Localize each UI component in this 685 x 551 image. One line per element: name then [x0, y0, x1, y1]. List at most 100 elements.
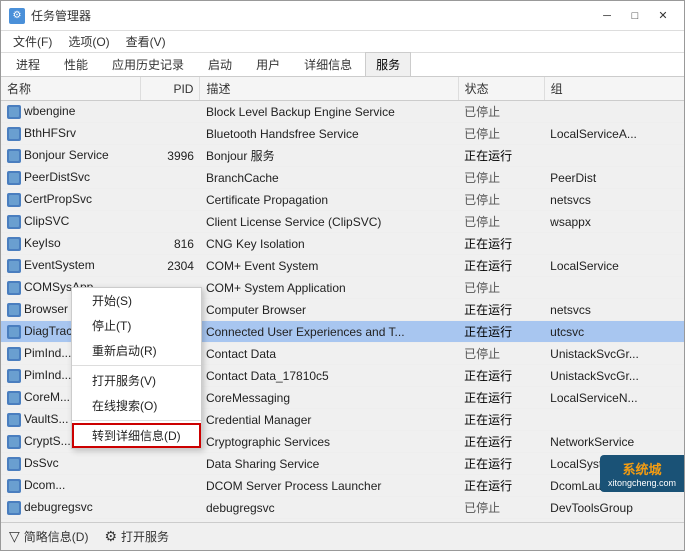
row-pid [141, 453, 200, 475]
row-group [544, 277, 684, 299]
service-icon [7, 413, 21, 427]
close-button[interactable]: ✕ [650, 6, 676, 26]
row-group: netsvcs [544, 189, 684, 211]
title-bar: ⚙ 任务管理器 ─ □ ✕ [1, 1, 684, 31]
row-name: Bonjour Service [1, 145, 141, 167]
open-services-button[interactable]: ⚙ 打开服务 [104, 528, 169, 545]
menu-file[interactable]: 文件(F) [5, 31, 60, 52]
context-menu: 开始(S)停止(T)重新启动(R) 打开服务(V)在线搜索(O) 转到详细信息(D) [71, 287, 202, 449]
table-row[interactable]: DoSvc 17100 Delivery Optimization 正在运行 N… [1, 519, 684, 523]
row-group: PeerDist [544, 167, 684, 189]
row-group: wsappx [544, 211, 684, 233]
row-pid [141, 101, 200, 123]
row-status: 正在运行 [458, 387, 544, 409]
service-icon [7, 501, 21, 515]
context-menu-divider [72, 420, 201, 421]
tab-performance[interactable]: 性能 [53, 52, 99, 76]
table-row[interactable]: wbengine Block Level Backup Engine Servi… [1, 101, 684, 123]
row-status: 已停止 [458, 167, 544, 189]
tab-details[interactable]: 详细信息 [293, 52, 363, 76]
row-group: UnistackSvcGr... [544, 343, 684, 365]
row-desc: Cryptographic Services [200, 431, 458, 453]
row-pid [141, 123, 200, 145]
table-row[interactable]: DsSvc Data Sharing Service 正在运行 LocalSys… [1, 453, 684, 475]
tab-app-history[interactable]: 应用历史记录 [101, 52, 195, 76]
context-menu-goto-details[interactable]: 转到详细信息(D) [72, 423, 201, 448]
col-header-group[interactable]: 组 [544, 77, 684, 101]
row-desc: Credential Manager [200, 409, 458, 431]
col-header-pid[interactable]: PID [141, 77, 200, 101]
row-group [544, 101, 684, 123]
row-desc: Client License Service (ClipSVC) [200, 211, 458, 233]
row-name: Dcom... [1, 475, 141, 497]
row-group [544, 233, 684, 255]
context-menu-item[interactable]: 打开服务(V) [72, 368, 201, 393]
tab-startup[interactable]: 启动 [197, 52, 243, 76]
context-menu-item[interactable]: 重新启动(R) [72, 338, 201, 363]
summary-label: 简略信息(D) [24, 528, 89, 545]
col-header-status[interactable]: 状态 [458, 77, 544, 101]
row-status: 正在运行 [458, 299, 544, 321]
menu-view[interactable]: 查看(V) [118, 31, 174, 52]
table-row[interactable]: EventSystem 2304 COM+ Event System 正在运行 … [1, 255, 684, 277]
row-pid [141, 189, 200, 211]
table-row[interactable]: PeerDistSvc BranchCache 已停止 PeerDist [1, 167, 684, 189]
row-status: 已停止 [458, 497, 544, 519]
row-status: 正在运行 [458, 475, 544, 497]
summary-info-button[interactable]: ▽ 简略信息(D) [9, 528, 88, 545]
row-name: PeerDistSvc [1, 167, 141, 189]
menu-bar: 文件(F) 选项(O) 查看(V) [1, 31, 684, 53]
window-title: 任务管理器 [31, 7, 91, 24]
service-icon [7, 479, 21, 493]
menu-options[interactable]: 选项(O) [60, 31, 117, 52]
row-pid [141, 497, 200, 519]
context-menu-item[interactable]: 在线搜索(O) [72, 393, 201, 418]
row-group: netsvcs [544, 299, 684, 321]
tab-services[interactable]: 服务 [365, 52, 411, 76]
table-row[interactable]: KeyIso 816 CNG Key Isolation 正在运行 [1, 233, 684, 255]
row-name: CertPropSvc [1, 189, 141, 211]
row-name: DsSvc [1, 453, 141, 475]
table-row[interactable]: debugregsvc debugregsvc 已停止 DevToolsGrou… [1, 497, 684, 519]
col-header-name[interactable]: 名称 [1, 77, 141, 101]
tab-users[interactable]: 用户 [245, 52, 291, 76]
col-header-desc[interactable]: 描述 [200, 77, 458, 101]
service-icon [7, 457, 21, 471]
minimize-button[interactable]: ─ [594, 6, 620, 26]
service-icon [7, 325, 21, 339]
table-row[interactable]: Dcom... DCOM Server Process Launcher 正在运… [1, 475, 684, 497]
context-menu-item[interactable]: 开始(S) [72, 288, 201, 313]
row-status: 已停止 [458, 343, 544, 365]
row-group: utcsvc [544, 321, 684, 343]
tab-processes[interactable]: 进程 [5, 52, 51, 76]
task-manager-window: ⚙ 任务管理器 ─ □ ✕ 文件(F) 选项(O) 查看(V) 进程 性能 应用… [0, 0, 685, 551]
row-desc: Block Level Backup Engine Service [200, 101, 458, 123]
row-desc: COM+ System Application [200, 277, 458, 299]
row-status: 正在运行 [458, 409, 544, 431]
row-status: 正在运行 [458, 431, 544, 453]
row-group [544, 409, 684, 431]
summary-icon: ▽ [9, 528, 20, 545]
main-content: 名称 PID 描述 状态 组 wbengine Block Level Back… [1, 77, 684, 522]
row-desc: DCOM Server Process Launcher [200, 475, 458, 497]
row-name: DoSvc [1, 519, 141, 523]
service-icon [7, 193, 21, 207]
row-name: ClipSVC [1, 211, 141, 233]
tab-bar: 进程 性能 应用历史记录 启动 用户 详细信息 服务 [1, 53, 684, 77]
table-row[interactable]: BthHFSrv Bluetooth Handsfree Service 已停止… [1, 123, 684, 145]
maximize-button[interactable]: □ [622, 6, 648, 26]
row-desc: debugregsvc [200, 497, 458, 519]
open-services-label: 打开服务 [121, 528, 169, 545]
row-status: 已停止 [458, 123, 544, 145]
table-row[interactable]: ClipSVC Client License Service (ClipSVC)… [1, 211, 684, 233]
watermark-url: xitongcheng.com [608, 478, 676, 488]
row-desc: Data Sharing Service [200, 453, 458, 475]
row-pid: 816 [141, 233, 200, 255]
context-menu-item[interactable]: 停止(T) [72, 313, 201, 338]
row-status: 已停止 [458, 211, 544, 233]
row-pid: 2304 [141, 255, 200, 277]
row-group: UnistackSvcGr... [544, 365, 684, 387]
row-desc: Contact Data_17810c5 [200, 365, 458, 387]
table-row[interactable]: Bonjour Service 3996 Bonjour 服务 正在运行 [1, 145, 684, 167]
table-row[interactable]: CertPropSvc Certificate Propagation 已停止 … [1, 189, 684, 211]
